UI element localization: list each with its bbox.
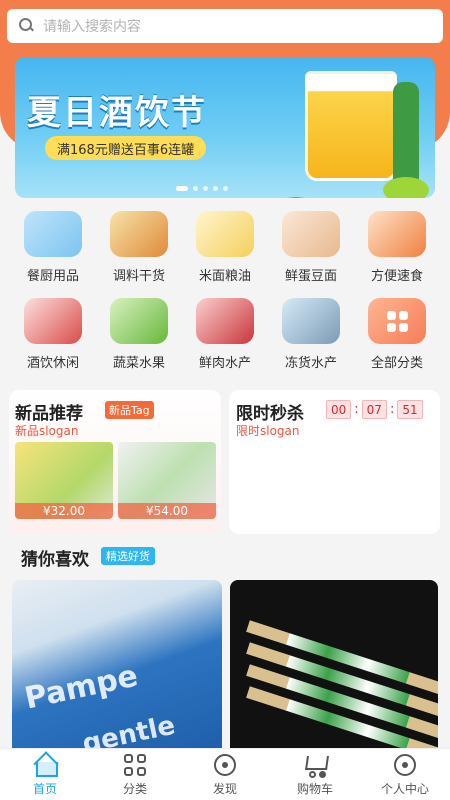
- all-categories-icon: [368, 298, 426, 344]
- drinks-icon: [24, 298, 82, 344]
- discover-icon: [213, 753, 237, 777]
- category-label: 鲜肉水产: [198, 356, 251, 371]
- category-all[interactable]: 全部分类: [354, 298, 440, 371]
- nav-cart[interactable]: 购物车: [270, 749, 360, 800]
- profile-icon: [393, 753, 417, 777]
- product-image: Pampe: [21, 658, 141, 717]
- nav-label: 分类: [122, 781, 147, 796]
- pagination-dot[interactable]: [213, 186, 218, 191]
- category-fresh-meat[interactable]: 鲜肉水产: [182, 298, 268, 371]
- category-seasoning[interactable]: 调料干货: [96, 211, 182, 284]
- product-price: ¥54.00: [118, 503, 216, 519]
- umbrella-image: [265, 197, 327, 198]
- eggs-tofu-icon: [282, 211, 340, 257]
- new-products-card[interactable]: 新品推荐 新品Tag 新品slogan ¥32.00 ¥54.00: [9, 390, 221, 534]
- nav-home[interactable]: 首页: [0, 749, 90, 800]
- search-icon: [17, 16, 37, 36]
- lime-image: [383, 177, 429, 198]
- category-label: 米面粮油: [198, 269, 251, 284]
- product-card-chopsticks[interactable]: [230, 580, 438, 750]
- new-products-slogan: 新品slogan: [15, 424, 79, 438]
- countdown-separator: :: [354, 402, 359, 417]
- category-label: 餐厨用品: [26, 269, 79, 284]
- product-image: gentle: [79, 710, 178, 750]
- flash-sale-card[interactable]: 限时秒杀 00 : 07 : 51 限时slogan: [229, 390, 440, 534]
- flash-sale-slogan: 限时slogan: [236, 424, 300, 438]
- nav-profile[interactable]: 个人中心: [360, 749, 450, 800]
- cart-icon: [303, 753, 327, 778]
- nav-discover[interactable]: 发现: [180, 749, 270, 800]
- banner-title: 夏日酒饮节: [27, 93, 207, 133]
- promo-banner[interactable]: 夏日酒饮节 满168元赠送百事6连罐: [15, 57, 435, 198]
- category-eggs-tofu[interactable]: 鲜蛋豆面: [268, 211, 354, 284]
- kitchen-supplies-icon: [24, 211, 82, 257]
- category-grid-icon: [123, 753, 147, 777]
- nav-category[interactable]: 分类: [90, 749, 180, 800]
- pagination-dot[interactable]: [203, 186, 208, 191]
- search-input[interactable]: 请输入搜索内容: [43, 16, 141, 36]
- beer-glass-image: [305, 71, 397, 181]
- nav-label: 发现: [212, 781, 237, 796]
- vegetables-fruits-icon: [110, 298, 168, 344]
- category-grid: 餐厨用品 调料干货 米面粮油 鲜蛋豆面 方便速食 酒饮休闲 蔬菜水果 鲜肉水产 …: [10, 211, 440, 371]
- category-kitchen[interactable]: 餐厨用品: [10, 211, 96, 284]
- flash-sale-title: 限时秒杀: [236, 404, 304, 424]
- countdown-separator: :: [389, 402, 395, 417]
- countdown-seconds: 51: [397, 400, 423, 419]
- banner-subtitle: 满168元赠送百事6连罐: [45, 136, 207, 160]
- category-label: 调料干货: [112, 269, 165, 284]
- category-label: 蔬菜水果: [112, 356, 165, 371]
- category-label: 鲜蛋豆面: [284, 269, 337, 284]
- new-products-title: 新品推荐: [15, 404, 83, 424]
- bottle-image: [393, 82, 419, 182]
- category-label: 全部分类: [370, 356, 423, 371]
- nav-label: 个人中心: [380, 781, 429, 796]
- new-products-tag: 新品Tag: [105, 401, 154, 419]
- bottom-nav: 首页 分类 发现 购物车 个人中心: [0, 748, 450, 800]
- guess-you-like-tag: 精选好货: [101, 547, 155, 565]
- pagination-dot[interactable]: [193, 186, 198, 191]
- instant-food-icon: [368, 211, 426, 257]
- pagination-dot[interactable]: [223, 186, 228, 191]
- seasoning-icon: [110, 211, 168, 257]
- countdown-timer: 00 : 07 : 51: [326, 400, 423, 419]
- category-instant-food[interactable]: 方便速食: [354, 211, 440, 284]
- category-label: 冻货水产: [284, 356, 337, 371]
- category-drinks[interactable]: 酒饮休闲: [10, 298, 96, 371]
- category-label: 酒饮休闲: [26, 356, 79, 371]
- countdown-minutes: 07: [361, 400, 387, 419]
- product-thumbnail[interactable]: ¥32.00: [15, 442, 113, 519]
- category-rice-oil[interactable]: 米面粮油: [182, 211, 268, 284]
- countdown-hours: 00: [326, 400, 352, 419]
- search-bar[interactable]: 请输入搜索内容: [7, 9, 443, 43]
- product-thumbnail[interactable]: ¥54.00: [118, 442, 216, 519]
- category-frozen-seafood[interactable]: 冻货水产: [268, 298, 354, 371]
- rice-oil-icon: [196, 211, 254, 257]
- product-price: ¥32.00: [15, 503, 113, 519]
- fresh-meat-icon: [196, 298, 254, 344]
- frozen-seafood-icon: [282, 298, 340, 344]
- pagination-dot[interactable]: [176, 186, 188, 191]
- guess-you-like-title: 猜你喜欢: [21, 550, 89, 570]
- category-label: 方便速食: [370, 269, 423, 284]
- banner-pagination: [176, 186, 228, 191]
- category-vegetables[interactable]: 蔬菜水果: [96, 298, 182, 371]
- home-icon: [33, 753, 58, 777]
- nav-label: 购物车: [296, 781, 333, 796]
- nav-label: 首页: [32, 781, 57, 796]
- product-card-tissues[interactable]: Pampe gentle: [12, 580, 222, 750]
